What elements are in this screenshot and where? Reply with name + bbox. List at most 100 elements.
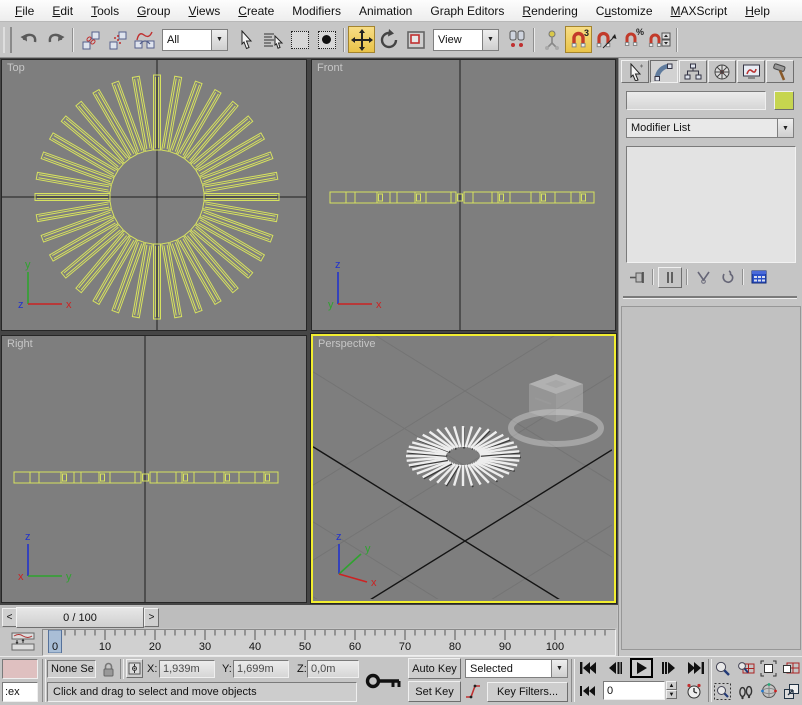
menu-item-animation[interactable]: Animation — [350, 1, 421, 21]
modifier-list-dropdown[interactable]: Modifier List ▼ — [626, 118, 794, 138]
percent-snap-button[interactable]: % — [619, 26, 646, 53]
go-to-end-button[interactable] — [684, 658, 707, 678]
frame-spinner[interactable]: ▲ ▼ — [666, 681, 677, 700]
menu-item-modifiers[interactable]: Modifiers — [283, 1, 350, 21]
selection-lock-toggle[interactable] — [101, 661, 116, 678]
arc-rotate-button[interactable] — [758, 681, 779, 701]
make-unique-button[interactable] — [692, 268, 714, 287]
viewport-front-label[interactable]: Front — [317, 62, 343, 74]
selection-filter-dropdown[interactable]: All ▼ — [162, 29, 228, 51]
next-frame-button[interactable] — [657, 658, 680, 678]
reference-coordinate-dropdown[interactable]: View ▼ — [433, 29, 499, 51]
zoom-icon — [714, 660, 731, 677]
time-slider-button[interactable]: 0 / 100 — [16, 607, 144, 628]
select-and-scale-button[interactable] — [402, 26, 429, 53]
macro-recorder-field[interactable] — [2, 659, 38, 679]
viewport-right-label[interactable]: Right — [7, 338, 33, 350]
time-ruler[interactable]: 0102030405060708090100 — [42, 629, 616, 656]
play-animation-button[interactable] — [630, 658, 653, 678]
key-filters-button[interactable]: Key Filters... — [487, 682, 568, 702]
maximize-viewport-toggle-button[interactable] — [781, 681, 801, 701]
viewport-perspective-label[interactable]: Perspective — [318, 338, 375, 350]
viewport-front[interactable]: zxy Front — [311, 59, 616, 331]
default-in-out-tangents-button[interactable] — [464, 682, 483, 702]
bind-to-space-warp-button[interactable] — [131, 26, 158, 53]
spinner-up-icon[interactable]: ▲ — [666, 681, 677, 690]
select-and-manipulate-button[interactable] — [538, 26, 565, 53]
tab-modify[interactable] — [650, 60, 678, 83]
tab-motion[interactable] — [708, 60, 736, 83]
unlink-selection-button[interactable] — [104, 26, 131, 53]
zoom-region-button[interactable] — [712, 681, 733, 701]
object-name-input[interactable] — [626, 91, 766, 110]
zoom-extents-all-button[interactable] — [781, 658, 801, 678]
menu-item-customize[interactable]: Customize — [587, 1, 662, 21]
auto-key-button[interactable]: Auto Key — [408, 658, 461, 679]
configure-modifier-sets-button[interactable] — [748, 268, 770, 287]
viewport-top-label[interactable]: Top — [7, 62, 25, 74]
select-object-button[interactable] — [232, 26, 259, 53]
time-slider-prev-button[interactable]: < — [2, 608, 17, 627]
open-mini-curve-editor-button[interactable] — [11, 632, 36, 651]
object-color-swatch[interactable] — [774, 91, 794, 110]
absolute-mode-toggle[interactable] — [126, 659, 143, 678]
undo-button[interactable] — [15, 26, 42, 53]
key-mode-toggle-button[interactable] — [576, 681, 599, 701]
pan-view-button[interactable] — [735, 681, 756, 701]
remove-modifier-button[interactable] — [716, 268, 738, 287]
viewport-right[interactable]: zyx Right — [1, 335, 307, 603]
z-coordinate-input[interactable] — [307, 660, 359, 678]
set-keys-button[interactable] — [362, 658, 406, 703]
menu-item-file[interactable]: File — [6, 1, 43, 21]
tab-create[interactable] — [621, 60, 649, 83]
spinner-down-icon[interactable]: ▼ — [666, 690, 677, 699]
menu-item-tools[interactable]: Tools — [82, 1, 128, 21]
use-pivot-point-center-button[interactable] — [503, 26, 530, 53]
menu-item-help[interactable]: Help — [736, 1, 779, 21]
zoom-button[interactable] — [712, 658, 733, 678]
tab-utilities[interactable] — [766, 60, 794, 83]
perspective-viewport-canvas[interactable]: zyx — [313, 336, 612, 599]
tab-hierarchy[interactable] — [679, 60, 707, 83]
menu-item-views[interactable]: Views — [179, 1, 229, 21]
toolbar-drag-handle[interactable] — [3, 27, 12, 53]
tab-display[interactable] — [737, 60, 765, 83]
statusbar-splitter[interactable] — [42, 659, 46, 702]
y-coordinate-input[interactable] — [233, 660, 289, 678]
right-viewport-canvas[interactable]: zyx — [2, 336, 306, 602]
menu-item-rendering[interactable]: Rendering — [513, 1, 586, 21]
redo-button[interactable] — [42, 26, 69, 53]
previous-frame-button[interactable] — [603, 658, 626, 678]
maxscript-mini-listener[interactable]: :ex — [2, 682, 38, 702]
select-by-name-button[interactable] — [259, 26, 286, 53]
menu-item-create[interactable]: Create — [229, 1, 283, 21]
x-coordinate-input[interactable] — [159, 660, 215, 678]
current-frame-input[interactable] — [603, 681, 665, 700]
pin-stack-button[interactable] — [626, 268, 648, 287]
menu-item-group[interactable]: Group — [128, 1, 179, 21]
menu-item-maxscript[interactable]: MAXScript — [662, 1, 737, 21]
show-end-result-button[interactable] — [658, 267, 682, 288]
menu-item-graph-editors[interactable]: Graph Editors — [421, 1, 513, 21]
modifier-stack-list[interactable] — [626, 146, 796, 263]
go-to-start-button[interactable] — [576, 658, 599, 678]
viewport-perspective[interactable]: zyx Perspective — [311, 334, 616, 603]
viewport-top[interactable]: yxz Top — [1, 59, 307, 331]
time-slider-next-button[interactable]: > — [144, 608, 159, 627]
key-mode-dropdown[interactable]: Selected ▼ — [465, 659, 568, 678]
snaps-toggle-button[interactable]: 3 — [565, 26, 592, 53]
spinner-snap-button[interactable] — [646, 26, 673, 53]
select-and-link-button[interactable] — [77, 26, 104, 53]
zoom-all-button[interactable] — [735, 658, 756, 678]
front-viewport-canvas[interactable]: zxy — [312, 60, 615, 330]
rectangular-selection-region-button[interactable] — [286, 26, 313, 53]
angle-snap-button[interactable] — [592, 26, 619, 53]
select-and-rotate-button[interactable] — [375, 26, 402, 53]
zoom-extents-button[interactable] — [758, 658, 779, 678]
menu-item-edit[interactable]: Edit — [43, 1, 82, 21]
select-and-move-button[interactable] — [348, 26, 375, 53]
set-key-button[interactable]: Set Key — [408, 681, 461, 702]
time-configuration-button[interactable] — [683, 681, 704, 701]
top-viewport-canvas[interactable]: yxz — [2, 60, 306, 330]
window-crossing-button[interactable] — [313, 26, 340, 53]
